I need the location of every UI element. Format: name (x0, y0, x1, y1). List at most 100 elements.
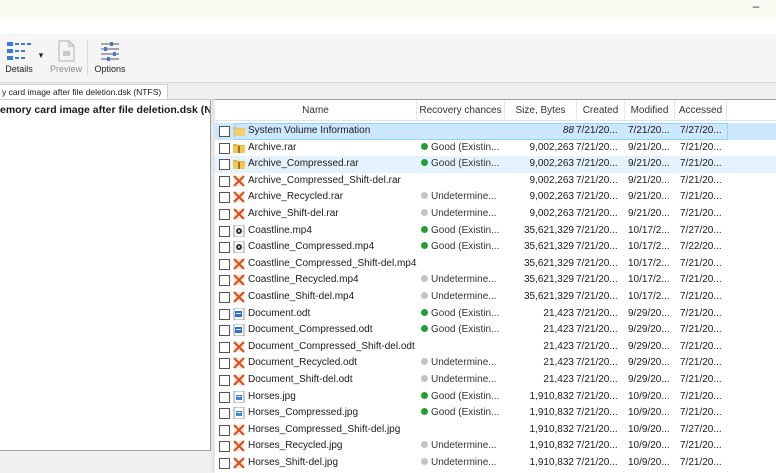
table-row[interactable]: System Volume Information 88 7/21/20... 7/2… (215, 123, 776, 140)
accessed-date: 7/21/20... (680, 390, 722, 402)
recovery-chance: Undetermine... (421, 355, 505, 372)
table-row[interactable]: Coastline_Shift-del.mp4 Undetermine... 35,… (215, 289, 776, 306)
recovery-chance: Good (Existin... (421, 156, 505, 173)
column-size[interactable]: Size, Bytes (505, 100, 577, 120)
modified-date: 10/17/2... (628, 257, 670, 269)
recovery-chance: Good (Existin... (421, 405, 505, 422)
table-row[interactable]: Archive.rar Good (Existin... 9,002,263 7/21… (215, 140, 776, 157)
recovery-chance-text: Good (Existin... (431, 390, 500, 402)
file-size: 35,621,329 (523, 224, 574, 236)
file-name: Coastline_Compressed_Shift-del.mp4 (248, 257, 417, 269)
row-checkbox[interactable] (219, 242, 230, 254)
tree-root-item[interactable]: emory card image after file deletion.dsk… (0, 102, 210, 118)
column-created[interactable]: Created (577, 100, 625, 120)
table-row[interactable]: Horses_Shift-del.jpg Undetermine... 1,910,… (215, 455, 776, 472)
table-row[interactable]: Document_Recycled.odt Undetermine... 21,42… (215, 355, 776, 372)
row-checkbox[interactable] (219, 341, 230, 353)
folder-tree: emory card image after file deletion.dsk… (0, 100, 211, 451)
table-row[interactable]: Document_Compressed_Shift-del.odt 21,423 7… (215, 339, 776, 356)
row-checkbox[interactable] (219, 292, 230, 303)
row-checkbox[interactable] (219, 142, 230, 154)
modified-date: 10/9/20... (628, 457, 670, 468)
options-sliders-icon (101, 42, 119, 61)
file-name: Coastline_Shift-del.mp4 (248, 291, 355, 302)
row-checkbox[interactable] (219, 458, 230, 469)
table-row[interactable]: Coastline_Recycled.mp4 Undetermine... 35,6… (215, 272, 776, 289)
recovery-chance-text: Good (Existin... (431, 241, 500, 253)
deleted-file-icon (233, 274, 245, 287)
created-date: 7/21/20... (576, 374, 618, 385)
row-checkbox[interactable] (219, 424, 230, 436)
accessed-date: 7/21/20... (680, 374, 722, 385)
row-checkbox[interactable] (219, 358, 230, 370)
recovery-chance-text: Undetermine... (431, 457, 497, 468)
row-checkbox[interactable] (219, 209, 230, 220)
table-row[interactable]: Archive_Recycled.rar Undetermine... 9,002,… (215, 189, 776, 206)
table-row[interactable]: Archive_Compressed.rar Good (Existin... 9,… (215, 156, 776, 173)
table-row[interactable]: Archive_Compressed_Shift-del.rar 9,002,26… (215, 173, 776, 190)
recovery-chance: Good (Existin... (421, 322, 505, 339)
column-accessed[interactable]: Accessed (675, 100, 727, 120)
deleted-file-icon (233, 291, 245, 303)
details-dropdown-arrow[interactable]: ▾ (36, 50, 46, 61)
row-checkbox[interactable] (219, 275, 230, 287)
modified-date: 9/29/20... (628, 324, 670, 336)
image-file-icon (233, 406, 245, 420)
recovery-status-dot (421, 325, 428, 333)
column-name[interactable]: Name (215, 100, 417, 120)
recovery-chance: Undetermine... (421, 438, 505, 455)
table-row[interactable]: Horses_Compressed_Shift-del.jpg 1,910,832… (215, 422, 776, 439)
options-button[interactable]: Options (92, 40, 128, 74)
column-recovery-chances[interactable]: Recovery chances (417, 100, 505, 120)
created-date: 7/21/20... (576, 357, 618, 369)
document-file-icon (233, 323, 245, 337)
recovery-chance-text: Undetermine... (431, 191, 497, 203)
row-checkbox[interactable] (219, 325, 230, 337)
row-checkbox[interactable] (219, 192, 230, 204)
file-size: 1,910,832 (529, 440, 575, 452)
deleted-file-icon (233, 191, 245, 204)
details-label: Details (5, 64, 33, 74)
table-row[interactable]: Document_Compressed.odt Good (Existin... 2… (215, 322, 776, 339)
created-date: 7/21/20... (576, 191, 618, 203)
modified-date: 10/9/20... (628, 407, 670, 419)
row-checkbox[interactable] (219, 441, 230, 453)
table-row[interactable]: Horses.jpg Good (Existin... 1,910,832 7/21/… (215, 389, 776, 406)
modified-date: 10/17/2... (628, 291, 670, 302)
preview-button[interactable]: Preview (48, 40, 84, 74)
table-row[interactable]: Document_Shift-del.odt Undetermine... 21,4… (215, 372, 776, 389)
row-checkbox[interactable] (219, 408, 230, 420)
table-row[interactable]: Coastline_Compressed.mp4 Good (Existin...… (215, 239, 776, 256)
recovery-chance: Undetermine... (421, 372, 505, 389)
column-modified[interactable]: Modified (625, 100, 675, 120)
details-button[interactable]: Details (3, 40, 35, 74)
recovery-status-dot (421, 375, 428, 382)
modified-date: 9/21/20... (628, 174, 670, 186)
created-date: 7/21/20... (576, 340, 618, 352)
created-date: 7/21/20... (576, 174, 618, 186)
table-row[interactable]: Archive_Shift-del.rar Undetermine... 9,002… (215, 206, 776, 223)
accessed-date: 7/27/20... (680, 423, 722, 435)
row-checkbox[interactable] (219, 391, 230, 403)
table-row[interactable]: Coastline_Compressed_Shift-del.mp4 35,621… (215, 256, 776, 273)
table-row[interactable]: Document.odt Good (Existin... 21,423 7/21/2… (215, 306, 776, 323)
tab-disk-image[interactable]: y card image after file deletion.dsk (NT… (0, 84, 169, 99)
row-checkbox[interactable] (219, 159, 230, 171)
table-row[interactable]: Horses_Compressed.jpg Good (Existin... 1,9… (215, 405, 776, 422)
created-date: 7/21/20... (576, 307, 618, 319)
table-row[interactable]: Horses_Recycled.jpg Undetermine... 1,910,8… (215, 438, 776, 455)
table-row[interactable]: Coastline.mp4 Good (Existin... 35,621,329 7… (215, 223, 776, 240)
row-checkbox[interactable] (219, 375, 230, 386)
file-size: 1,910,832 (529, 423, 575, 435)
row-checkbox[interactable] (219, 175, 230, 187)
row-checkbox[interactable] (219, 126, 230, 137)
recovery-chance-text: Undetermine... (431, 208, 497, 219)
row-checkbox[interactable] (219, 225, 230, 237)
row-checkbox[interactable] (219, 258, 230, 270)
file-size: 35,621,329 (523, 274, 574, 286)
recovery-status-dot (421, 308, 428, 316)
recovery-chance: Undetermine... (421, 272, 505, 289)
deleted-file-icon (233, 175, 245, 187)
row-checkbox[interactable] (219, 308, 230, 320)
minimize-button[interactable]: – (750, 0, 762, 14)
